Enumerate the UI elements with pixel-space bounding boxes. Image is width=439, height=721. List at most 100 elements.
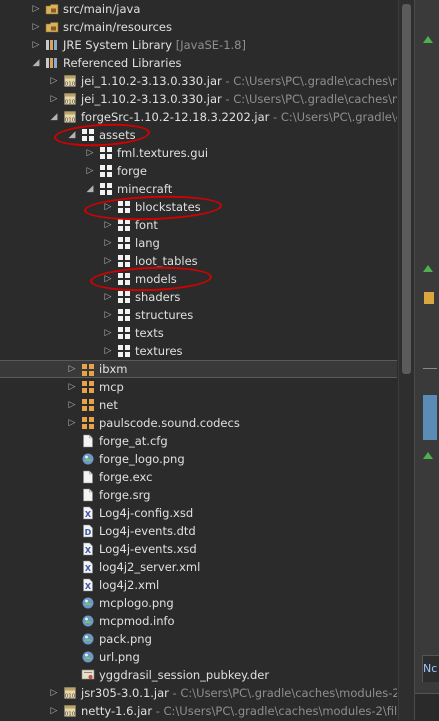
tree-item-file[interactable]: forge.srg [0, 486, 397, 504]
library-icon [45, 56, 59, 70]
overview-ruler-mark [423, 395, 437, 440]
tree-item[interactable]: ▷ ibxm [0, 360, 397, 378]
package-icon [117, 272, 131, 286]
tree-item-name: forge_logo.png [99, 452, 185, 466]
expand-closed-twisty-icon[interactable]: ▷ [31, 36, 41, 54]
expand-closed-twisty-icon[interactable]: ▷ [103, 306, 113, 324]
tree-item-name: forge.exc [99, 470, 153, 484]
scrollbar-thumb[interactable] [402, 4, 411, 374]
tree-item-file[interactable]: mcplogo.png [0, 594, 397, 612]
tree-item-file[interactable]: pack.png [0, 630, 397, 648]
tree-item-file[interactable]: forge.exc [0, 468, 397, 486]
xml-file-icon: X [81, 506, 95, 520]
tree-item[interactable]: ▷ src/main/java [0, 0, 397, 18]
tree-item[interactable]: ▷ models [0, 270, 397, 288]
tree-item[interactable]: ▷ mcp [0, 378, 397, 396]
tree-item[interactable]: ▷ font [0, 216, 397, 234]
tree-item-file[interactable]: url.png [0, 648, 397, 666]
expand-closed-twisty-icon[interactable]: ▷ [85, 162, 95, 180]
jar-icon: 010 [63, 704, 77, 718]
tree-item[interactable]: ◢ minecraft [0, 180, 397, 198]
tree-item-name: mcplogo.png [99, 596, 174, 610]
expand-closed-twisty-icon[interactable]: ▷ [67, 361, 77, 379]
tree-item-label: Log4j-events.dtd [99, 522, 196, 540]
tree-item[interactable]: ▷ blockstates [0, 198, 397, 216]
tree-item[interactable]: ▷ net [0, 396, 397, 414]
tree-item-name: yggdrasil_session_pubkey.der [99, 668, 270, 682]
up-arrow-marker-icon [423, 265, 433, 272]
expand-closed-twisty-icon[interactable]: ▷ [103, 234, 113, 252]
expand-closed-twisty-icon[interactable]: ▷ [49, 72, 59, 90]
expand-open-twisty-icon[interactable]: ◢ [31, 54, 41, 72]
tree-item[interactable]: ▷ forge [0, 162, 397, 180]
tree-item[interactable]: ◢ assets [0, 126, 397, 144]
tree-item-name: loot_tables [135, 254, 198, 268]
tree-item-name: mcp [99, 380, 124, 394]
tree-item-label: net [99, 396, 118, 414]
tree-item-path: - C:\Users\PC\.gradle\caches\modu [225, 92, 397, 106]
tree-item[interactable]: ◢ 010 forgeSrc-1.10.2-12.18.3.2202.jar - C… [0, 108, 397, 126]
tree-item-name: jei_1.10.2-3.13.0.330.jar [81, 92, 222, 106]
expand-closed-twisty-icon[interactable]: ▷ [49, 90, 59, 108]
tree-item-file[interactable]: forge_at.cfg [0, 432, 397, 450]
tree-item[interactable]: ▷ 010 jei_1.10.2-3.13.0.330.jar - C:\Users… [0, 72, 397, 90]
tree-item[interactable]: ▷ src/main/resources [0, 18, 397, 36]
expand-open-twisty-icon[interactable]: ◢ [67, 126, 77, 144]
tree-item[interactable]: ▷ fml.textures.gui [0, 144, 397, 162]
expand-closed-twisty-icon[interactable]: ▷ [67, 414, 77, 432]
file-icon [81, 434, 95, 448]
tree-item-label: mcpmod.info [99, 612, 175, 630]
tree-item-label: loot_tables [135, 252, 198, 270]
tree-item-file[interactable]: Xlog4j2.xml [0, 576, 397, 594]
package-icon [117, 344, 131, 358]
tree-item-file[interactable]: mcpmod.info [0, 612, 397, 630]
expand-closed-twisty-icon[interactable]: ▷ [103, 342, 113, 360]
tree-item[interactable]: ▷ structures [0, 306, 397, 324]
tree-item[interactable]: ▷ JRE System Library [JavaSE-1.8] [0, 36, 397, 54]
tree-item-file[interactable]: forge_logo.png [0, 450, 397, 468]
tree-item[interactable]: ▷ textures [0, 342, 397, 360]
tree-item[interactable]: ▷ shaders [0, 288, 397, 306]
package-explorer-tree[interactable]: ▷ src/main/java ▷ src/main/resources ▷ JRE Sy… [0, 0, 397, 720]
tree-item[interactable]: ▷ loot_tables [0, 252, 397, 270]
expand-closed-twisty-icon[interactable]: ▷ [85, 144, 95, 162]
expand-closed-twisty-icon[interactable]: ▷ [67, 378, 77, 396]
vertical-scrollbar[interactable] [398, 0, 415, 720]
tree-item-file[interactable]: yggdrasil_session_pubkey.der [0, 666, 397, 684]
expand-closed-twisty-icon[interactable]: ▷ [103, 288, 113, 306]
view-tab[interactable]: Nc [422, 655, 439, 682]
expand-closed-twisty-icon[interactable]: ▷ [31, 18, 41, 36]
expand-closed-twisty-icon[interactable]: ▷ [103, 216, 113, 234]
tree-item-path: [JavaSE-1.8] [172, 38, 246, 52]
expand-closed-twisty-icon[interactable]: ▷ [103, 198, 113, 216]
expand-closed-twisty-icon[interactable]: ▷ [49, 702, 59, 720]
expand-closed-twisty-icon[interactable]: ▷ [67, 396, 77, 414]
expand-closed-twisty-icon[interactable]: ▷ [103, 324, 113, 342]
tree-item-label: minecraft [117, 180, 172, 198]
expand-closed-twisty-icon[interactable]: ▷ [103, 252, 113, 270]
tree-item-label: structures [135, 306, 193, 324]
tree-item[interactable]: ◢ Referenced Libraries [0, 54, 397, 72]
tree-item-name: shaders [135, 290, 181, 304]
tree-item[interactable]: ▷ 010 netty-1.6.jar - C:\Users\PC\.gradle\… [0, 702, 397, 720]
package-icon [117, 308, 131, 322]
tree-item[interactable]: ▷ paulscode.sound.codecs [0, 414, 397, 432]
tree-item[interactable]: ▷ lang [0, 234, 397, 252]
tree-item-file[interactable]: D Log4j-events.dtd [0, 522, 397, 540]
expand-closed-twisty-icon[interactable]: ▷ [103, 270, 113, 288]
expand-open-twisty-icon[interactable]: ◢ [49, 108, 59, 126]
tree-item[interactable]: ▷ 010 jsr305-3.0.1.jar - C:\Users\PC\.grad… [0, 684, 397, 702]
tree-item-name: forge.srg [99, 488, 151, 502]
expand-open-twisty-icon[interactable]: ◢ [85, 180, 95, 198]
tree-item-label: lang [135, 234, 160, 252]
xml-file-icon: X [81, 542, 95, 556]
tree-item-name: net [99, 398, 118, 412]
tree-item-file[interactable]: X Log4j-config.xsd [0, 504, 397, 522]
expand-closed-twisty-icon[interactable]: ▷ [31, 0, 41, 18]
tree-item-file[interactable]: X Log4j-events.xsd [0, 540, 397, 558]
svg-text:X: X [85, 564, 92, 573]
tree-item-file[interactable]: Xlog4j2_server.xml [0, 558, 397, 576]
expand-closed-twisty-icon[interactable]: ▷ [49, 684, 59, 702]
tree-item[interactable]: ▷ texts [0, 324, 397, 342]
tree-item[interactable]: ▷ 010 jei_1.10.2-3.13.0.330.jar - C:\Users… [0, 90, 397, 108]
